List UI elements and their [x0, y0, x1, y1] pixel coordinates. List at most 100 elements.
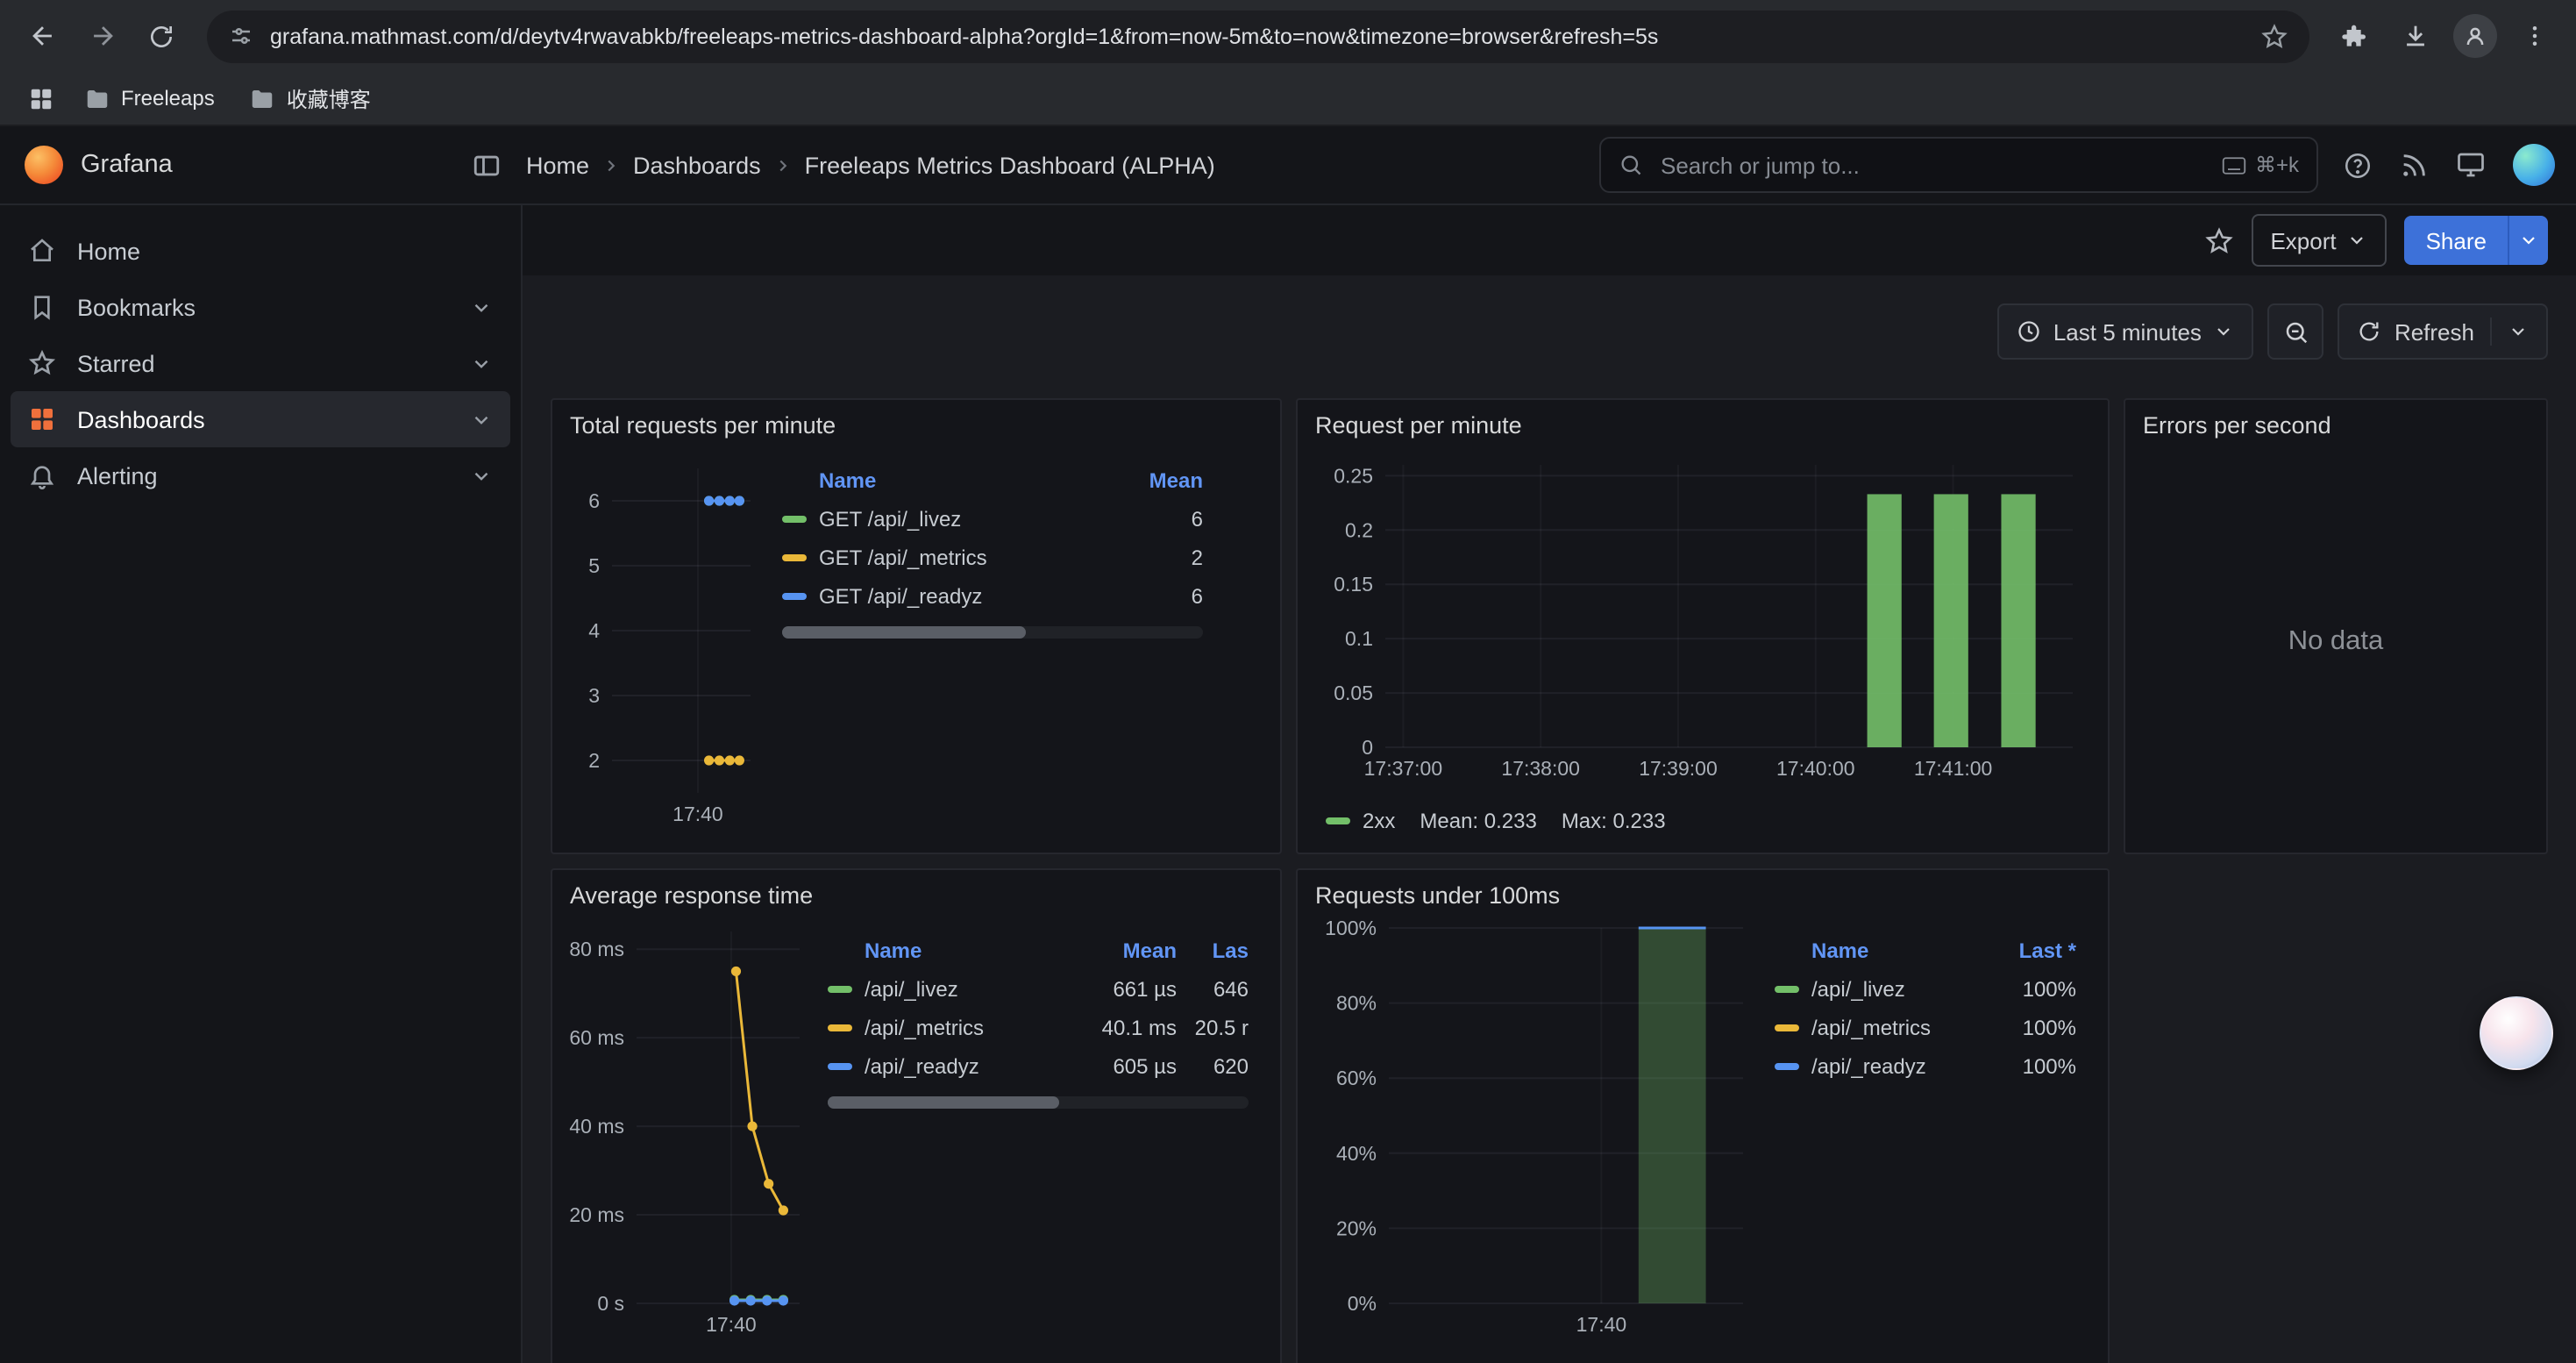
chevron-down-icon[interactable]: [470, 408, 493, 431]
svg-text:40 ms: 40 ms: [569, 1115, 624, 1138]
sidebar-item-label: Bookmarks: [77, 294, 449, 320]
legend-series-name[interactable]: GET /api/_metrics: [819, 546, 1110, 570]
legend-last-value: 100%: [1999, 977, 2076, 1002]
panel-title[interactable]: Errors per second: [2125, 400, 2546, 444]
profile-button[interactable]: [2446, 8, 2502, 64]
no-data-message: No data: [2139, 444, 2532, 838]
legend-mean-value: 40.1 ms: [1085, 1016, 1177, 1040]
assistant-avatar-bubble[interactable]: [2480, 996, 2553, 1070]
breadcrumb-home[interactable]: Home: [526, 152, 589, 178]
news-feed-icon[interactable]: [2399, 150, 2429, 180]
time-range-picker[interactable]: Last 5 minutes: [1997, 303, 2254, 360]
site-info-icon[interactable]: [228, 23, 254, 49]
downloads-button[interactable]: [2387, 8, 2443, 64]
bookmark-folder-blogs[interactable]: 收藏博客: [236, 78, 385, 118]
chevron-down-icon[interactable]: [470, 464, 493, 487]
request-per-minute-chart[interactable]: 00.050.10.150.20.2517:37:0017:38:0017:39…: [1312, 444, 2094, 789]
sidebar-item-home[interactable]: Home: [11, 223, 510, 279]
folder-icon: [250, 85, 276, 111]
chevron-down-icon[interactable]: [470, 352, 493, 375]
legend-series-name[interactable]: /api/_livez: [865, 977, 1073, 1002]
legend-series-name[interactable]: GET /api/_readyz: [819, 584, 1110, 609]
chevron-right-icon: [601, 155, 621, 175]
download-icon: [2400, 21, 2430, 51]
grafana-logo[interactable]: [25, 146, 63, 184]
forward-button[interactable]: [74, 8, 130, 64]
breadcrumb-dashboards[interactable]: Dashboards: [633, 152, 761, 178]
average-response-time-chart[interactable]: 0 s20 ms40 ms60 ms80 ms17:40: [566, 914, 814, 1349]
legend-scrollbar[interactable]: [828, 1096, 1249, 1109]
legend-header-name[interactable]: Name: [1811, 938, 1987, 963]
legend-series-name[interactable]: /api/_readyz: [865, 1054, 1073, 1079]
address-bar[interactable]: grafana.mathmast.com/d/deytv4rwavabkb/fr…: [207, 10, 2309, 62]
bookmark-folder-freeleaps[interactable]: Freeleaps: [70, 80, 229, 117]
sidebar-item-starred[interactable]: Starred: [11, 335, 510, 391]
swatch-spacer: [1775, 947, 1799, 954]
back-button[interactable]: [14, 8, 70, 64]
sidebar-item-alerting[interactable]: Alerting: [11, 447, 510, 503]
legend-last-value: 20.5 r: [1189, 1016, 1249, 1040]
legend-series-name[interactable]: /api/_livez: [1811, 977, 1987, 1002]
export-button[interactable]: Export: [2251, 214, 2387, 267]
sidebar-item-dashboards[interactable]: Dashboards: [11, 391, 510, 447]
zoom-out-button[interactable]: [2268, 303, 2324, 360]
svg-text:0.15: 0.15: [1334, 573, 1373, 596]
apps-button[interactable]: [18, 75, 63, 121]
series-swatch: [1775, 1024, 1799, 1031]
legend-header-name[interactable]: Name: [865, 938, 1073, 963]
nav-sidebar: Home Bookmarks Starred Dashboards: [0, 205, 523, 1363]
legend-scrollbar[interactable]: [782, 626, 1203, 639]
extensions-icon: [2341, 22, 2369, 50]
share-button[interactable]: Share: [2405, 216, 2508, 265]
legend-series-name[interactable]: /api/_metrics: [1811, 1016, 1987, 1040]
series-swatch: [1775, 1063, 1799, 1070]
panel-title[interactable]: Requests under 100ms: [1298, 870, 2108, 914]
panel-title[interactable]: Total requests per minute: [552, 400, 1280, 444]
home-icon: [28, 237, 56, 265]
share-menu-button[interactable]: [2508, 216, 2548, 265]
legend-last-value: 646: [1189, 977, 1249, 1002]
refresh-button[interactable]: Refresh: [2338, 303, 2548, 360]
scrollbar-thumb[interactable]: [782, 626, 1026, 639]
browser-menu-button[interactable]: [2506, 8, 2562, 64]
panel-average-response-time: Average response time 0 s20 ms40 ms60 ms…: [551, 868, 1282, 1363]
panel-title[interactable]: Average response time: [552, 870, 1280, 914]
scrollbar-thumb[interactable]: [828, 1096, 1059, 1109]
chevron-down-icon[interactable]: [470, 296, 493, 318]
user-avatar[interactable]: [2513, 144, 2555, 186]
panel-title[interactable]: Request per minute: [1298, 400, 2108, 444]
legend-mean-value: 6: [1122, 507, 1203, 532]
legend-series[interactable]: 2xx: [1326, 809, 1395, 833]
screen: grafana.mathmast.com/d/deytv4rwavabkb/fr…: [0, 0, 2576, 1363]
legend-header-mean[interactable]: Mean: [1122, 468, 1203, 493]
grafana-header: Grafana Home Dashboards Freeleaps Metric…: [0, 126, 2576, 205]
bookmark-star-icon[interactable]: [2260, 22, 2288, 50]
legend-header-last[interactable]: Last *: [1999, 938, 2076, 963]
legend-series-name[interactable]: GET /api/_livez: [819, 507, 1110, 532]
legend-header-last[interactable]: Las: [1189, 938, 1249, 963]
panels-grid: Total requests per minute 2345617:40 Nam…: [551, 398, 2548, 1363]
legend-header: Name Last *: [1775, 931, 2076, 970]
search-input[interactable]: [1657, 150, 2208, 180]
display-icon[interactable]: [2455, 149, 2487, 181]
favorite-dashboard-button[interactable]: [2203, 225, 2233, 255]
sidebar-toggle-icon: [472, 150, 502, 180]
reload-button[interactable]: [133, 8, 189, 64]
search-box[interactable]: ⌘+k: [1599, 137, 2318, 193]
url-text[interactable]: grafana.mathmast.com/d/deytv4rwavabkb/fr…: [270, 24, 2245, 48]
svg-text:6: 6: [588, 489, 600, 512]
back-icon: [27, 21, 57, 51]
help-icon[interactable]: [2343, 150, 2373, 180]
legend-mean-value: 2: [1122, 546, 1203, 570]
extensions-button[interactable]: [2327, 8, 2383, 64]
sidebar-item-bookmarks[interactable]: Bookmarks: [11, 279, 510, 335]
mega-menu-toggle[interactable]: [472, 150, 502, 180]
legend-header-mean[interactable]: Mean: [1085, 938, 1177, 963]
total-requests-chart[interactable]: 2345617:40: [566, 444, 768, 838]
legend-series-name[interactable]: /api/_metrics: [865, 1016, 1073, 1040]
series-swatch: [1775, 986, 1799, 993]
legend-header-name[interactable]: Name: [819, 468, 1110, 493]
requests-under-100ms-chart[interactable]: 0%20%40%60%80%100%17:40: [1312, 914, 1761, 1349]
search-shortcut: ⌘+k: [2222, 153, 2299, 177]
legend-series-name[interactable]: /api/_readyz: [1811, 1054, 1987, 1079]
